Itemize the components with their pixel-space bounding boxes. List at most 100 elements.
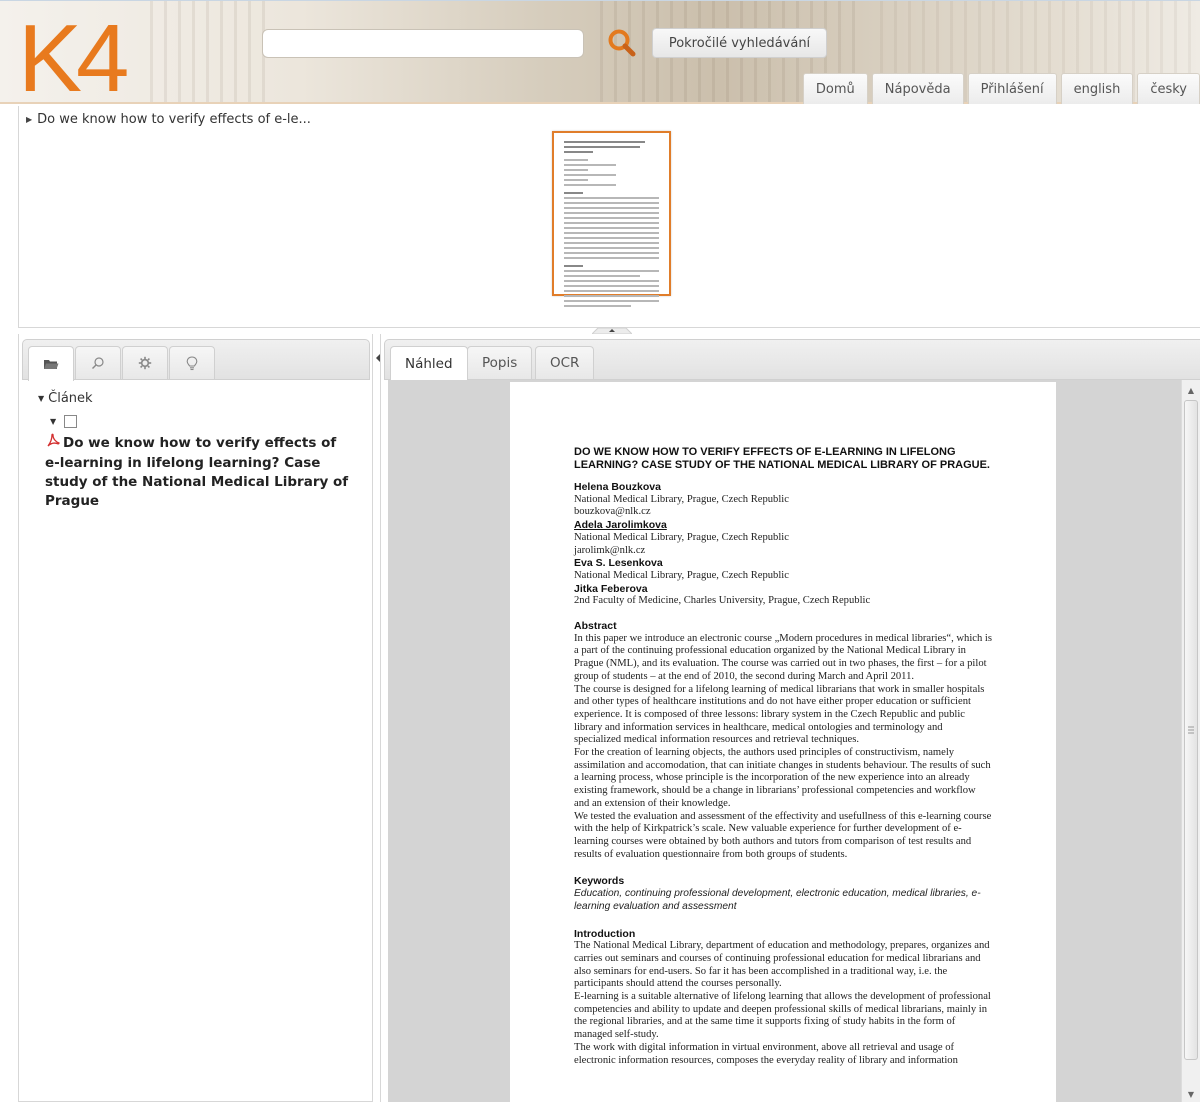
introduction-paragraph: The National Medical Library, department… bbox=[574, 940, 990, 990]
thumbnail-line bbox=[564, 212, 659, 214]
keywords-text: Education, continuing professional devel… bbox=[574, 888, 981, 912]
search-icon bbox=[92, 357, 104, 369]
author-affiliation: National Medical Library, Prague, Czech … bbox=[574, 493, 789, 505]
thumbnail-line bbox=[564, 217, 659, 219]
thumbnail-line bbox=[564, 295, 659, 297]
thumbnail-line bbox=[564, 237, 659, 239]
thumbnail-line bbox=[564, 222, 659, 224]
thumbnail-line bbox=[564, 197, 659, 199]
tab-ocr[interactable]: OCR bbox=[535, 346, 595, 379]
thumbnail-line bbox=[564, 179, 588, 181]
thumbnail-line bbox=[564, 300, 659, 302]
select-checkbox[interactable] bbox=[64, 414, 78, 428]
expand-caret-icon[interactable]: ▼ bbox=[38, 394, 44, 403]
tab-preview[interactable]: Náhled bbox=[390, 346, 468, 381]
pdf-icon bbox=[45, 433, 60, 454]
author-name: Jitka Feberova bbox=[574, 582, 648, 595]
author-affiliation: 2nd Faculty of Medicine, Charles Univers… bbox=[574, 595, 871, 607]
thumbnail-line bbox=[564, 280, 659, 282]
expand-caret-icon[interactable]: ▼ bbox=[50, 417, 56, 426]
panel-splitter[interactable] bbox=[592, 327, 632, 334]
thumbnail-line bbox=[564, 141, 645, 143]
tree-node-article[interactable]: ▼ Článek bbox=[38, 388, 358, 408]
thumbnail-line bbox=[564, 270, 659, 272]
keywords-heading: Keywords bbox=[574, 875, 625, 888]
document-page: DO WE KNOW HOW TO VERIFY EFFECTS OF E-LE… bbox=[510, 382, 1056, 1102]
k4-logo[interactable]: K4 bbox=[18, 11, 129, 107]
abstract-paragraph: The course is designed for a lifelong le… bbox=[574, 683, 985, 746]
nav-lang-english[interactable]: english bbox=[1060, 73, 1134, 104]
folder-icon bbox=[44, 360, 59, 369]
tab-tips[interactable] bbox=[169, 346, 215, 379]
collapse-up-icon bbox=[592, 327, 632, 334]
thumbnail-line bbox=[564, 202, 659, 204]
thumbnail-line bbox=[564, 247, 659, 249]
nav-home[interactable]: Domů bbox=[802, 73, 868, 104]
tree-item-title-text[interactable]: Do we know how to verify effects of e-le… bbox=[45, 435, 348, 509]
page-thumbnail[interactable] bbox=[552, 131, 671, 307]
author-name: Eva S. Lesenkova bbox=[574, 557, 663, 570]
thumbnail-line bbox=[564, 192, 583, 194]
thumbnail-line bbox=[564, 174, 617, 176]
header-decoration bbox=[150, 1, 270, 102]
author-name: Helena Bouzkova bbox=[574, 481, 661, 493]
abstract-paragraph: In this paper we introduce an electronic… bbox=[574, 632, 992, 682]
tab-structure[interactable] bbox=[28, 346, 74, 381]
author-name: Adela Jarolimkova bbox=[574, 519, 667, 532]
thumbnail-line bbox=[564, 151, 593, 153]
search-icon bbox=[608, 29, 636, 57]
thumbnail-line bbox=[564, 252, 659, 254]
tab-settings[interactable] bbox=[122, 346, 168, 379]
thumbnail-line bbox=[564, 285, 659, 287]
structure-tree: ▼ Článek ▼ bbox=[38, 388, 358, 430]
thumbnail-line bbox=[564, 146, 640, 148]
author-affiliation: National Medical Library, Prague, Czech … bbox=[574, 569, 789, 581]
thumbnail-line bbox=[564, 275, 640, 277]
thumbnail-line bbox=[564, 227, 659, 229]
introduction-paragraph: The work with digital information in vir… bbox=[574, 1041, 958, 1066]
thumbnail-line bbox=[564, 232, 659, 234]
abstract-heading: Abstract bbox=[574, 620, 617, 633]
search-button[interactable] bbox=[602, 24, 642, 64]
document-title: DO WE KNOW HOW TO VERIFY EFFECTS OF E-LE… bbox=[574, 446, 990, 471]
tree-node-label[interactable]: Článek bbox=[48, 391, 92, 406]
thumbnail-line bbox=[564, 290, 659, 292]
advanced-search-button[interactable]: Pokročilé vyhledávání bbox=[652, 28, 827, 58]
top-nav: Domů Nápověda Přihlášení english česky bbox=[799, 73, 1200, 104]
thumbnail-line bbox=[564, 305, 631, 307]
scroll-up-arrow-icon[interactable]: ▲ bbox=[1182, 382, 1200, 398]
author-affiliation: National Medical Library, Prague, Czech … bbox=[574, 531, 789, 543]
lightbulb-icon bbox=[186, 355, 198, 370]
grip-icon bbox=[1188, 726, 1194, 734]
thumbnail-line bbox=[564, 265, 583, 267]
gear-icon bbox=[138, 356, 152, 370]
author-email: bouzkova@nlk.cz bbox=[574, 506, 651, 518]
breadcrumb-label[interactable]: Do we know how to verify effects of e-le… bbox=[37, 112, 311, 127]
thumbnail-line bbox=[564, 159, 588, 161]
nav-lang-czech[interactable]: česky bbox=[1137, 73, 1200, 104]
scroll-thumb[interactable] bbox=[1184, 400, 1198, 1060]
tree-node-page: ▼ bbox=[50, 412, 358, 430]
author-email: jarolimk@nlk.cz bbox=[574, 544, 646, 556]
thumbnail-line bbox=[564, 242, 659, 244]
tab-search[interactable] bbox=[75, 346, 121, 379]
document-viewer[interactable]: DO WE KNOW HOW TO VERIFY EFFECTS OF E-LE… bbox=[388, 380, 1181, 1102]
thumbnail-line bbox=[564, 184, 617, 186]
viewer-scrollbar[interactable]: ▲ ▼ bbox=[1181, 380, 1200, 1102]
breadcrumb-arrow-icon: ▶ bbox=[26, 115, 33, 124]
tree-item-title[interactable]: Do we know how to verify effects of e-le… bbox=[45, 433, 355, 511]
abstract-paragraph: For the creation of learning objects, th… bbox=[574, 747, 991, 809]
nav-login[interactable]: Přihlášení bbox=[967, 73, 1057, 104]
introduction-heading: Introduction bbox=[574, 927, 636, 940]
nav-help[interactable]: Nápověda bbox=[871, 73, 964, 104]
tab-description[interactable]: Popis bbox=[467, 346, 533, 379]
thumbnail-line bbox=[564, 257, 659, 259]
introduction-paragraph: E-learning is a suitable alternative of … bbox=[574, 991, 991, 1041]
thumbnail-line bbox=[564, 164, 617, 166]
abstract-paragraph: We tested the evaluation and assessment … bbox=[574, 810, 992, 860]
thumbnail-line bbox=[564, 169, 588, 171]
search-input[interactable] bbox=[262, 29, 584, 58]
thumbnail-line bbox=[564, 207, 659, 209]
breadcrumb[interactable]: ▶ Do we know how to verify effects of e-… bbox=[26, 112, 311, 127]
scroll-down-arrow-icon[interactable]: ▼ bbox=[1182, 1086, 1200, 1102]
